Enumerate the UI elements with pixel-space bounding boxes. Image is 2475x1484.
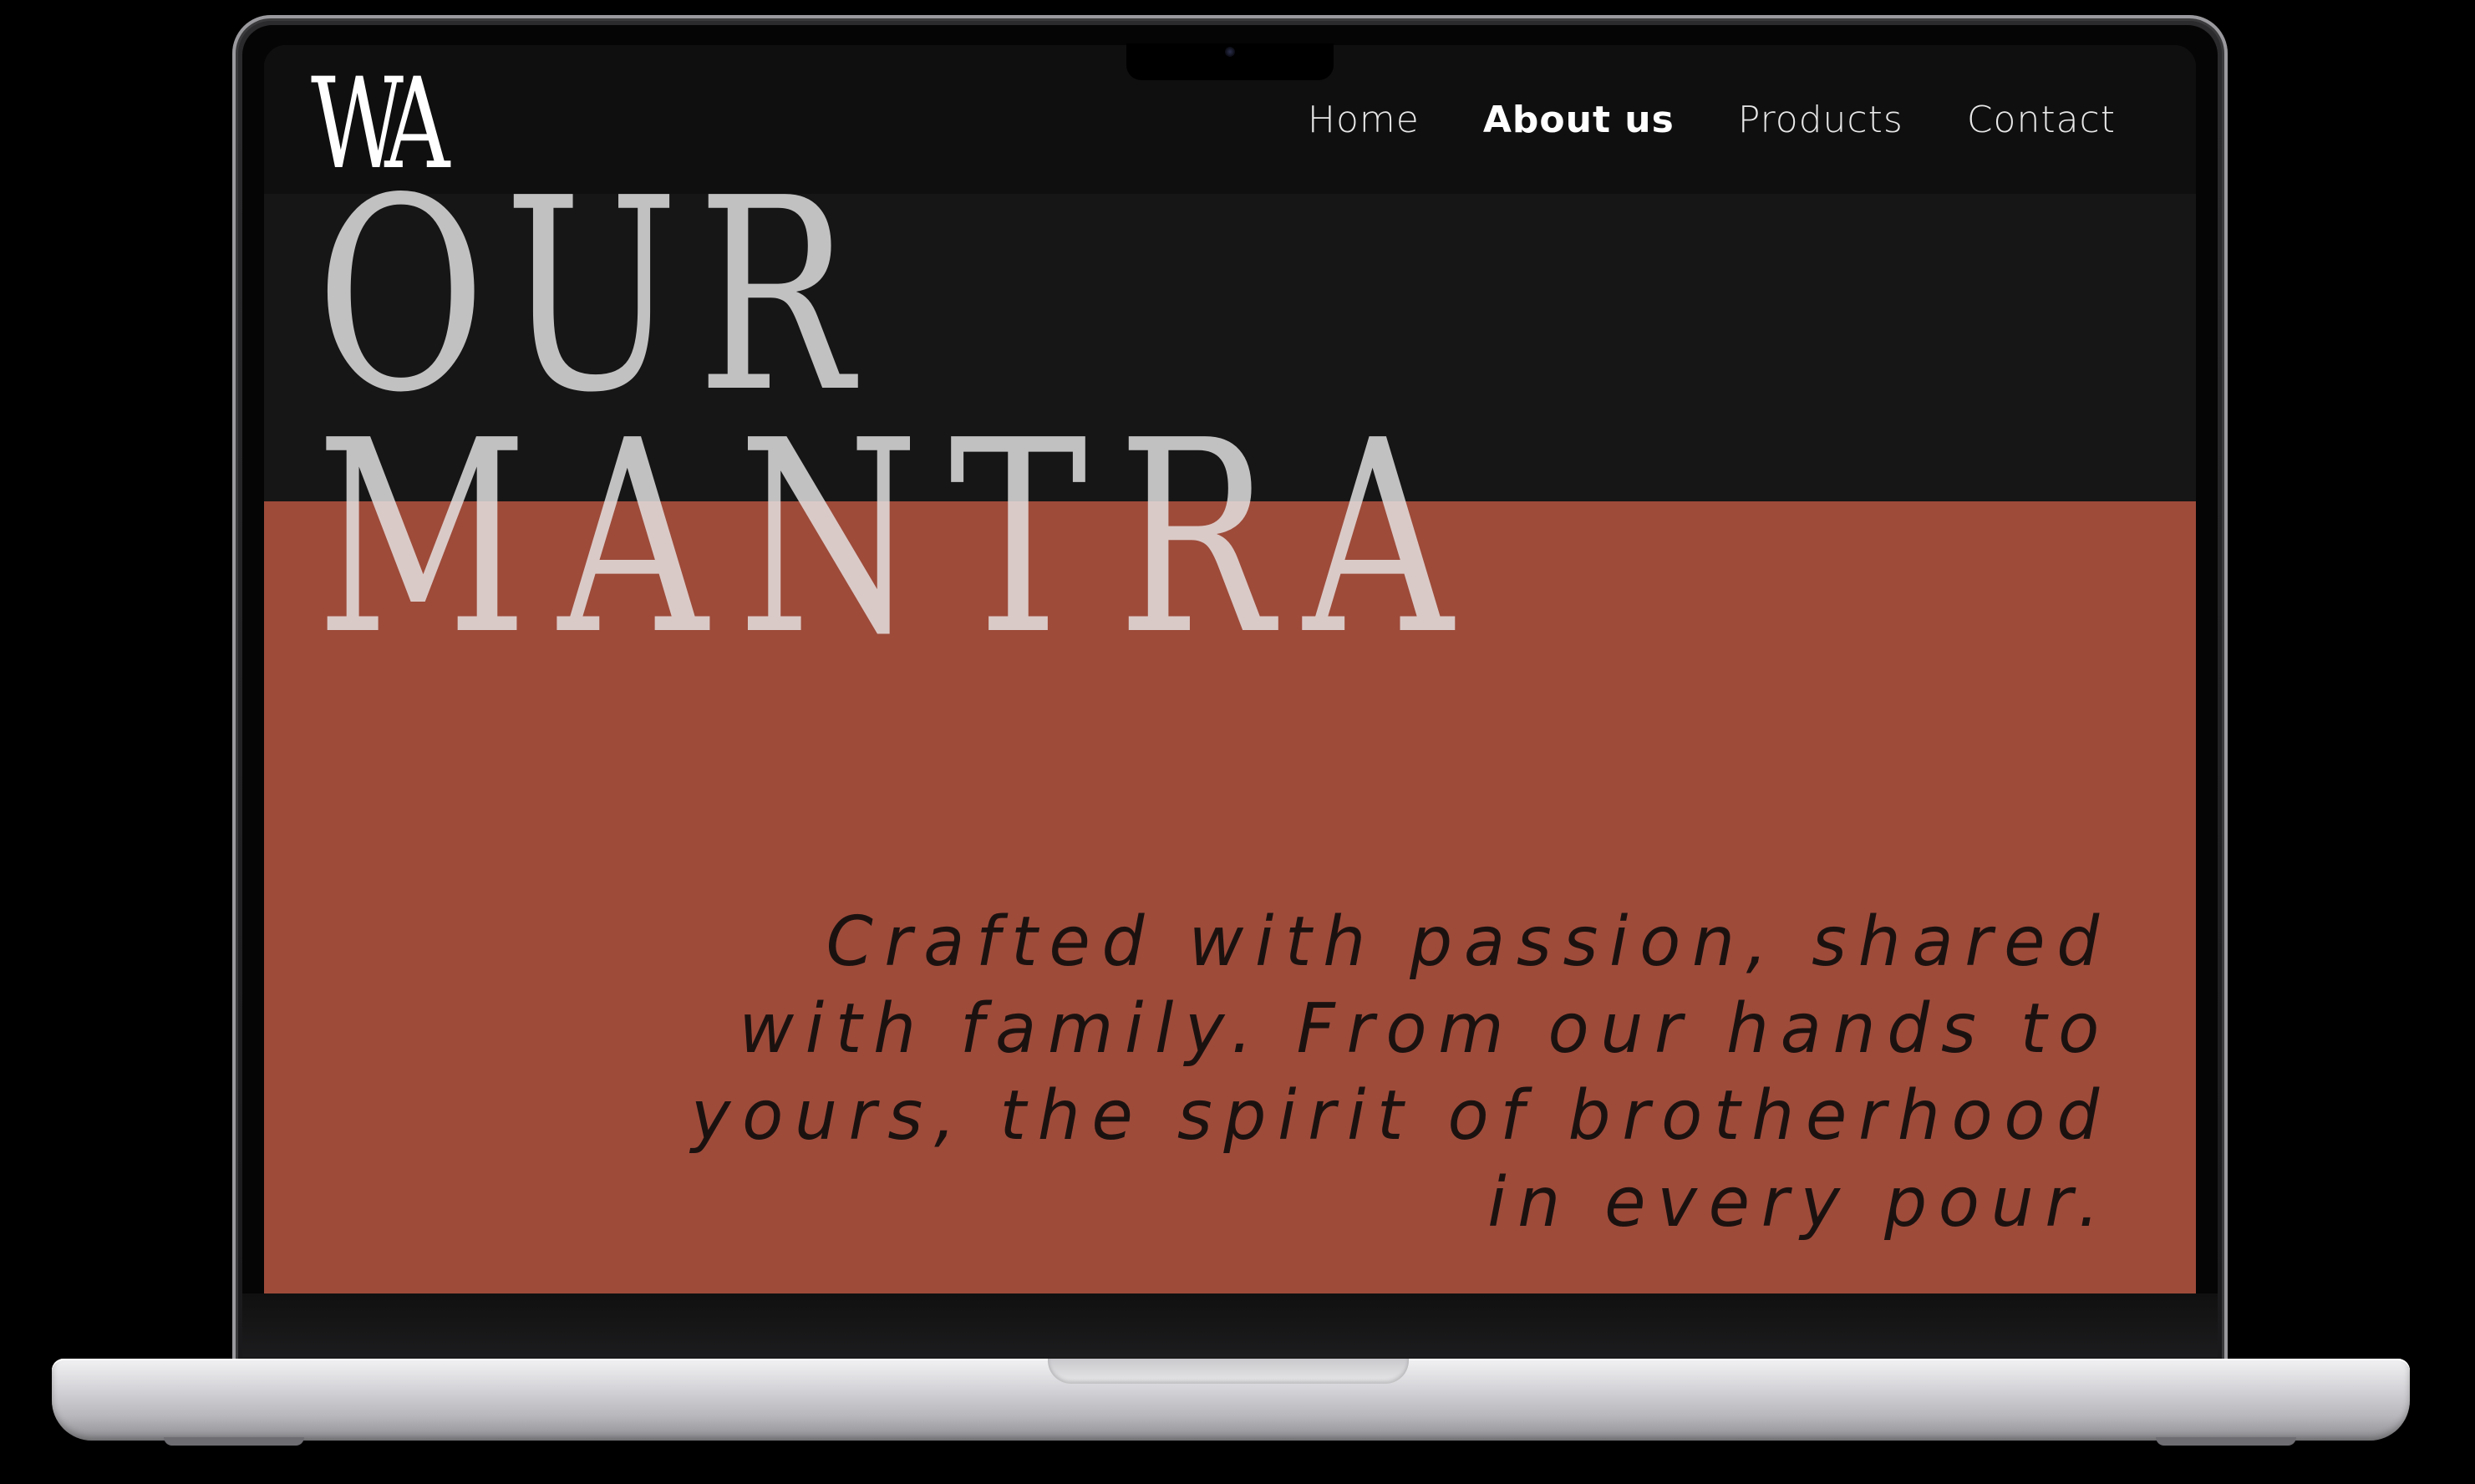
main-nav: Home About us Products Contact (1308, 99, 2116, 141)
nav-link-contact[interactable]: Contact (1967, 99, 2116, 141)
site-logo[interactable]: WA (311, 62, 450, 187)
laptop-foot-right (2156, 1437, 2296, 1446)
nav-link-products[interactable]: Products (1738, 99, 1903, 141)
mantra-tagline: Crafted with passion, shared with family… (690, 902, 2112, 1243)
mockup-stage: WA Home About us Products Contact OUR MA… (0, 0, 2475, 1484)
website-screen: WA Home About us Products Contact OUR MA… (264, 45, 2196, 1293)
screen-chin (242, 1293, 2218, 1357)
nav-link-about-us[interactable]: About us (1483, 99, 1675, 141)
nav-link-home[interactable]: Home (1308, 99, 1420, 141)
webcam-icon (1225, 47, 1235, 57)
hero-title: OUR MANTRA (316, 163, 1812, 671)
laptop-thumb-notch (1048, 1359, 1409, 1384)
hero-title-line-2: MANTRA (316, 384, 1483, 694)
laptop-foot-left (164, 1437, 304, 1446)
